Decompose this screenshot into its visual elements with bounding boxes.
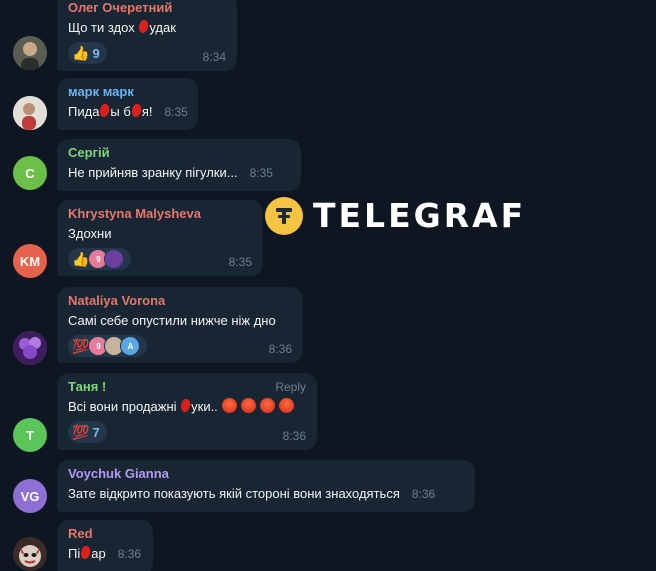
angry-face-icon [259,398,275,413]
message-time: 8:34 [202,50,226,64]
message-time: 8:36 [282,429,306,443]
avatar[interactable] [13,96,47,130]
angry-face-icon [278,398,294,413]
avatar[interactable] [13,36,47,70]
message-text: Самі себе опустили нижче ніж дно [68,313,276,328]
reaction-chip[interactable]: 💯 7 [68,421,107,443]
chat-window: Олег Очеретний Що ти здох удак 👍 9 8:34 … [0,0,656,571]
avatar[interactable] [13,537,47,571]
message-text: Здохни [68,226,112,241]
reaction-chip[interactable]: 👍 9 [68,42,107,64]
avatar-initials: С [25,165,35,181]
message-time: 8:36 [268,342,292,356]
avatar-initials: Т [26,427,34,443]
message-time: 8:36 [117,547,142,561]
reactor-avatar: A [120,336,141,356]
person-photo-icon [13,36,47,70]
reaction-chip[interactable]: 👍 9 [68,248,132,270]
message-text: Пі ар 8:36 [68,544,142,563]
hundred-points-icon: 💯 [72,423,90,440]
message-text-part: Пі [68,546,81,561]
thumbs-up-icon: 👍 [72,250,90,267]
message-bubble[interactable]: Voychuk Gianna Зате відкрито показують я… [57,460,475,512]
sender-name[interactable]: Nataliya Vorona [68,293,292,309]
sender-name[interactable]: Олег Очеретний [68,0,226,16]
message-text: Що ти здох удак [68,18,226,36]
sender-name[interactable]: Voychuk Gianna [68,466,464,482]
angry-face-icon [240,398,256,413]
message-text-part: Пида [68,104,100,119]
message-text-part: уки.. [191,399,218,414]
message-time: 8:35 [249,166,273,180]
reaction-chip[interactable]: 💯 9 A [68,335,148,357]
message-text-part: Зате відкрито показують якій стороні вон… [68,486,400,501]
sender-name[interactable]: Таня ! [68,379,306,395]
message-bubble[interactable]: Таня ! Reply Всі вони продажні уки.. 💯 7… [57,373,317,450]
avatar[interactable]: С [13,156,47,190]
message-bubble[interactable]: Khrystyna Malysheva Здохни 👍 9 8:35 [57,200,263,276]
message-bubble[interactable]: Сергій Не прийняв зранку пігулки... 8:35 [57,139,301,191]
avatar-initials: KM [19,253,41,269]
message-text-part: я! [141,104,153,119]
censor-mark [130,102,143,119]
reaction-count: 7 [92,424,100,440]
sender-name[interactable]: Сергій [68,145,290,161]
message-bubble[interactable]: Red Пі ар 8:36 [57,520,153,571]
avatar[interactable] [13,331,47,365]
flower-photo-icon [13,331,47,365]
devil-mask-icon [13,537,47,571]
angry-face-icon [221,398,237,413]
thumbs-up-icon: 👍 [72,44,90,61]
message-bubble[interactable]: Nataliya Vorona Самі себе опустили нижче… [57,287,303,363]
message-text: Зате відкрито показують якій стороні вон… [68,485,464,503]
message-time: 8:35 [164,105,188,119]
message-bubble[interactable]: марк марк Пида ы б я! 8:35 [57,78,198,130]
hundred-points-icon: 💯 [72,337,90,354]
message-text-part: удак [149,20,176,35]
message-text: Всі вони продажні уки.. [68,397,306,415]
message-time: 8:36 [411,487,436,501]
person-photo-icon [13,96,47,130]
reaction-count: 9 [92,45,100,61]
avatar[interactable]: Т [13,418,47,452]
reactor-avatar [104,249,125,269]
sender-name[interactable]: марк марк [68,84,187,100]
message-text-part: Не прийняв зранку пігулки... [68,165,238,180]
message-text-part: Що ти здох [68,20,139,35]
sender-name[interactable]: Khrystyna Malysheva [68,206,252,222]
message-text-part: Всі вони продажні [68,399,181,414]
reply-button[interactable]: Reply [275,380,306,394]
message-text-part: ар [91,546,106,561]
watermark-text: TELEGRAF [313,196,527,235]
avatar[interactable]: VG [13,479,47,513]
avatar[interactable]: KM [13,244,47,278]
sender-name[interactable]: Red [68,526,142,542]
message-text: Пида ы б я! 8:35 [68,102,188,121]
telegraf-watermark: TELEGRAF [265,196,526,236]
message-time: 8:35 [228,255,252,269]
telegraf-logo-icon [265,197,303,235]
message-bubble[interactable]: Олег Очеретний Що ти здох удак 👍 9 8:34 [57,0,237,71]
avatar-initials: VG [20,488,40,504]
message-text: Не прийняв зранку пігулки... 8:35 [68,164,290,182]
message-text-part: ы б [110,104,131,119]
